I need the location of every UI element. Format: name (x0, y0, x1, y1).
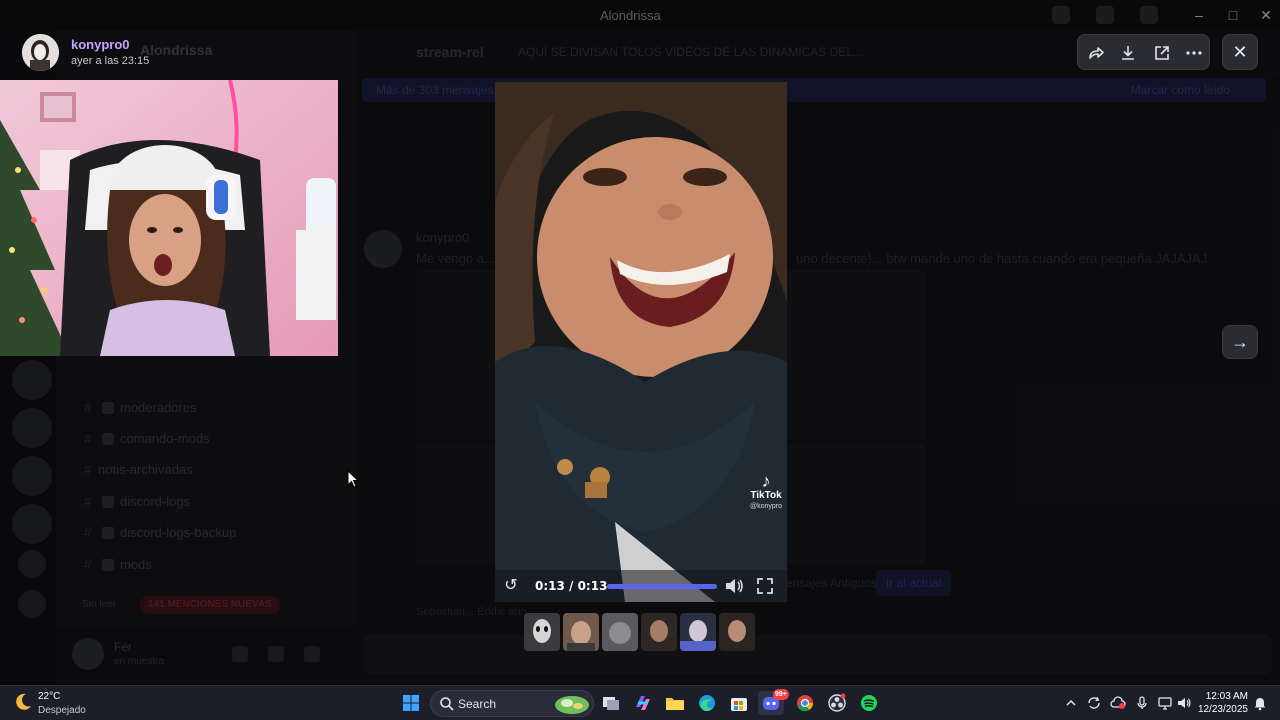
search-placeholder: Search (458, 697, 497, 711)
avatar[interactable] (22, 34, 59, 71)
viewer-toolbar (1077, 34, 1210, 70)
weather-temperature: 22°C (38, 691, 61, 702)
edge-browser-icon[interactable] (694, 691, 720, 715)
uploader-name[interactable]: konypro0 (71, 37, 130, 52)
cloud-alert-icon[interactable] (1110, 695, 1126, 711)
replay-icon[interactable]: ↺ (501, 576, 521, 596)
media-thumbnail[interactable] (680, 613, 716, 651)
watermark-text: TikTok (750, 490, 782, 501)
arrow-right-icon[interactable]: → (1222, 325, 1258, 359)
tiktok-logo-icon: ♪ (761, 471, 771, 491)
forward-icon[interactable] (1086, 43, 1106, 63)
taskbar: 22°C Despejado Search 99+ 12:03 AM 12/23… (0, 685, 1280, 720)
file-explorer-icon[interactable] (662, 691, 688, 715)
chevron-up-icon[interactable] (1063, 695, 1079, 711)
tiktok-watermark: ♪ TikTok @konypro (749, 472, 783, 512)
media-thumbnail[interactable] (524, 613, 560, 651)
taskbar-search[interactable]: Search (430, 690, 594, 717)
video-time: 0:13 / 0:13 (535, 579, 608, 593)
media-thumbnail-strip (524, 613, 758, 651)
media-thumbnail[interactable] (563, 613, 599, 651)
mouse-cursor-icon (347, 470, 359, 488)
clock-date: 12/23/2025 (1197, 704, 1248, 715)
spotify-icon[interactable] (856, 691, 882, 715)
sync-icon[interactable] (1086, 695, 1102, 711)
upload-timestamp: ayer a las 23:15 (71, 55, 150, 67)
more-icon[interactable] (1184, 43, 1204, 63)
video-controls: ↺ 0:13 / 0:13 (495, 570, 787, 602)
chrome-browser-icon[interactable] (792, 691, 818, 715)
open-external-icon[interactable] (1152, 43, 1172, 63)
system-clock[interactable]: 12:03 AM 12/23/2025 (1198, 690, 1248, 716)
close-icon[interactable]: ✕ (1222, 34, 1258, 70)
notification-badge: 99+ (773, 689, 789, 700)
video-frame-image (495, 82, 787, 602)
download-icon[interactable] (1118, 43, 1138, 63)
microphone-icon[interactable] (1134, 695, 1150, 711)
store-icon[interactable] (726, 691, 752, 715)
media-thumbnail[interactable] (719, 613, 755, 651)
moon-weather-icon (16, 693, 31, 710)
copilot-icon[interactable] (630, 691, 656, 715)
search-highlight-icon (555, 696, 589, 714)
video-progress-bar[interactable] (607, 584, 717, 589)
obs-icon[interactable] (824, 691, 850, 715)
network-icon[interactable] (1157, 695, 1173, 711)
media-thumbnail[interactable] (641, 613, 677, 651)
video-progress-fill (607, 584, 717, 589)
watermark-handle: @konypro (749, 503, 782, 510)
video-player[interactable]: ♪ TikTok @konypro ↺ 0:13 / 0:13 (495, 82, 787, 602)
weather-description: Despejado (38, 705, 86, 716)
clock-time: 12:03 AM (1205, 691, 1248, 702)
media-thumbnail[interactable] (602, 613, 638, 651)
search-icon (440, 697, 454, 711)
volume-icon[interactable] (723, 576, 745, 596)
stream-pip-video[interactable] (0, 80, 338, 356)
fullscreen-icon[interactable] (755, 576, 775, 596)
task-view-icon[interactable] (598, 691, 624, 715)
notification-bell-icon[interactable] (1252, 695, 1268, 711)
windows-start-icon[interactable] (398, 691, 424, 715)
discord-taskbar-icon[interactable]: 99+ (758, 689, 789, 715)
